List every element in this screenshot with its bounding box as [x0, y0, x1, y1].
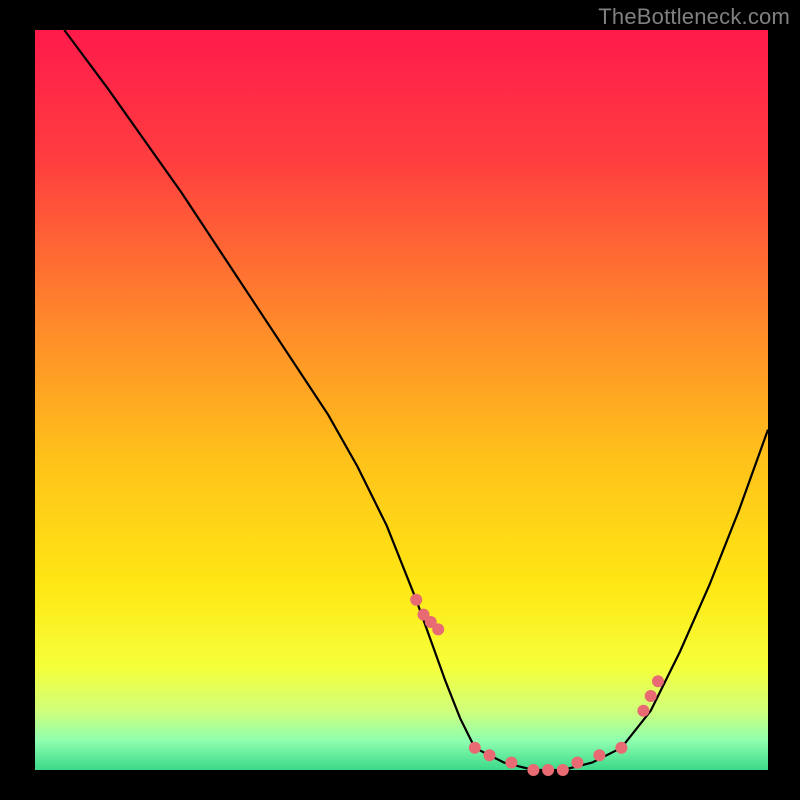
marker-point: [557, 764, 569, 776]
marker-point: [542, 764, 554, 776]
watermark-text: TheBottleneck.com: [598, 4, 790, 30]
marker-point: [593, 749, 605, 761]
marker-point: [527, 764, 539, 776]
marker-point: [645, 690, 657, 702]
marker-point: [410, 594, 422, 606]
marker-point: [505, 757, 517, 769]
chart-container: TheBottleneck.com: [0, 0, 800, 800]
marker-point: [652, 675, 664, 687]
marker-point: [615, 742, 627, 754]
marker-point: [637, 705, 649, 717]
marker-point: [432, 623, 444, 635]
marker-point: [484, 749, 496, 761]
marker-point: [571, 757, 583, 769]
marker-point: [469, 742, 481, 754]
bottleneck-chart: [0, 0, 800, 800]
